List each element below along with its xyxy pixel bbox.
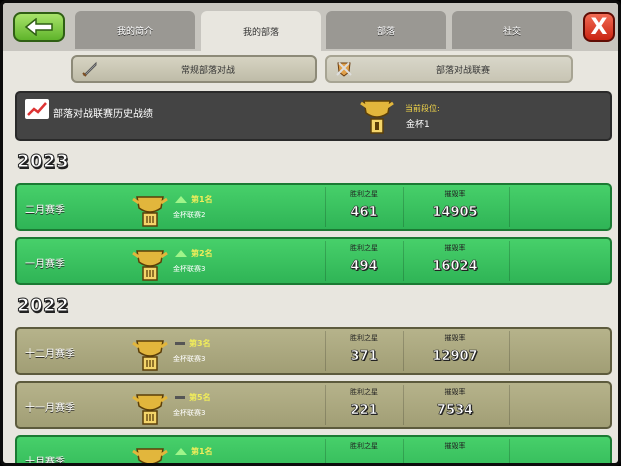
back-button[interactable]	[13, 12, 65, 42]
gold-league-badge-icon	[360, 97, 394, 141]
season-row[interactable]: 十二月赛季 第3名金杯联赛3 胜利之星 371 摧毁率 12907	[15, 327, 612, 375]
rank-value: 第3名	[189, 339, 211, 348]
rank-value: 第2名	[191, 249, 213, 258]
current-tier-label: 当前段位:	[405, 104, 440, 113]
tab-my-clan[interactable]: 我的部落	[201, 11, 321, 51]
current-tier-value: 金杯1	[406, 120, 430, 130]
divider	[509, 439, 510, 463]
divider	[403, 241, 404, 281]
divider	[403, 187, 404, 227]
subtab-regular-war-label: 常规部落对战	[180, 65, 235, 76]
subtab-war-league[interactable]: 部落对战联赛	[325, 55, 573, 83]
tab-my-profile[interactable]: 我的简介	[75, 11, 195, 49]
rank-value: 第1名	[191, 447, 213, 456]
divider	[509, 331, 510, 371]
year-heading: 2023	[16, 151, 70, 173]
stars-label: 胜利之星	[350, 388, 378, 396]
season-name: 十一月赛季	[25, 403, 75, 414]
stars-value: 371	[350, 349, 378, 365]
clan-war-league-window: 我的简介 我的部落 部落 社交 X 常规部落对战 部落对战联赛 部落对战联赛历史…	[0, 0, 621, 466]
stars-label: 胜利之星	[350, 244, 378, 252]
season-row[interactable]: 十月赛季 第1名 胜利之星 摧毁率	[15, 435, 612, 466]
divider	[325, 187, 326, 227]
divider	[509, 385, 510, 425]
divider	[325, 385, 326, 425]
sword-icon	[79, 58, 101, 80]
rank-indicator: 第3名	[175, 338, 211, 349]
season-name: 十月赛季	[25, 457, 65, 466]
year-heading: 2022	[16, 295, 70, 317]
league-name: 金杯联赛3	[173, 265, 206, 273]
divider	[325, 331, 326, 371]
stars-label: 胜利之星	[350, 334, 378, 342]
tab-clans[interactable]: 部落	[326, 11, 446, 49]
divider	[325, 439, 326, 463]
close-icon: X	[590, 14, 608, 40]
league-name: 金杯联赛3	[173, 355, 206, 363]
divider	[325, 241, 326, 281]
history-title: 部落对战联赛历史战绩	[53, 109, 153, 120]
divider	[509, 187, 510, 227]
destruction-label: 摧毁率	[444, 388, 466, 396]
war-league-history-panel: 部落对战联赛历史战绩 当前段位: 金杯1	[15, 91, 612, 141]
rank-up-icon	[175, 250, 187, 257]
season-name: 一月赛季	[25, 259, 65, 270]
destruction-value: 16024	[432, 259, 478, 275]
stars-value: 461	[350, 205, 378, 221]
league-badge-icon	[131, 191, 169, 233]
destruction-label: 摧毁率	[444, 442, 466, 450]
back-arrow-icon	[24, 18, 53, 36]
league-badge-icon	[131, 335, 169, 377]
rank-up-icon	[175, 448, 187, 455]
destruction-label: 摧毁率	[444, 244, 466, 252]
subtab-war-league-label: 部落对战联赛	[435, 65, 490, 76]
stars-label: 胜利之星	[350, 190, 378, 198]
destruction-value: 12907	[432, 349, 478, 365]
rank-indicator: 第1名	[175, 194, 213, 205]
league-badge-icon	[131, 443, 169, 463]
season-row[interactable]: 二月赛季 第1名金杯联赛2 胜利之星 461 摧毁率 14905	[15, 183, 612, 231]
divider	[403, 331, 404, 371]
close-button[interactable]: X	[583, 12, 615, 42]
league-badge-icon	[131, 389, 169, 431]
rank-value: 第1名	[191, 195, 213, 204]
stars-label: 胜利之星	[350, 442, 378, 450]
season-name: 二月赛季	[25, 205, 65, 216]
rank-up-icon	[175, 196, 187, 203]
crossed-swords-shield-icon	[333, 58, 355, 80]
header-bar: 我的简介 我的部落 部落 社交 X	[3, 3, 618, 51]
season-name: 十二月赛季	[25, 349, 75, 360]
rank-indicator: 第2名	[175, 248, 213, 259]
destruction-label: 摧毁率	[444, 190, 466, 198]
league-badge-icon	[131, 245, 169, 287]
rank-value: 第5名	[189, 393, 211, 402]
destruction-value: 7534	[436, 403, 474, 419]
destruction-value: 14905	[432, 205, 478, 221]
divider	[403, 385, 404, 425]
rank-indicator: 第1名	[175, 446, 213, 457]
season-row[interactable]: 十一月赛季 第5名金杯联赛3 胜利之星 221 摧毁率 7534	[15, 381, 612, 429]
rank-same-icon	[175, 396, 185, 399]
rank-same-icon	[175, 342, 185, 345]
league-name: 金杯联赛3	[173, 409, 206, 417]
chart-icon	[25, 99, 49, 119]
league-name: 金杯联赛2	[173, 211, 206, 219]
stars-value: 494	[350, 259, 378, 275]
stars-value: 221	[350, 403, 378, 419]
divider	[509, 241, 510, 281]
destruction-label: 摧毁率	[444, 334, 466, 342]
divider	[403, 439, 404, 463]
rank-indicator: 第5名	[175, 392, 211, 403]
season-row[interactable]: 一月赛季 第2名金杯联赛3 胜利之星 494 摧毁率 16024	[15, 237, 612, 285]
subtab-regular-war[interactable]: 常规部落对战	[71, 55, 317, 83]
tab-social[interactable]: 社交	[452, 11, 572, 49]
